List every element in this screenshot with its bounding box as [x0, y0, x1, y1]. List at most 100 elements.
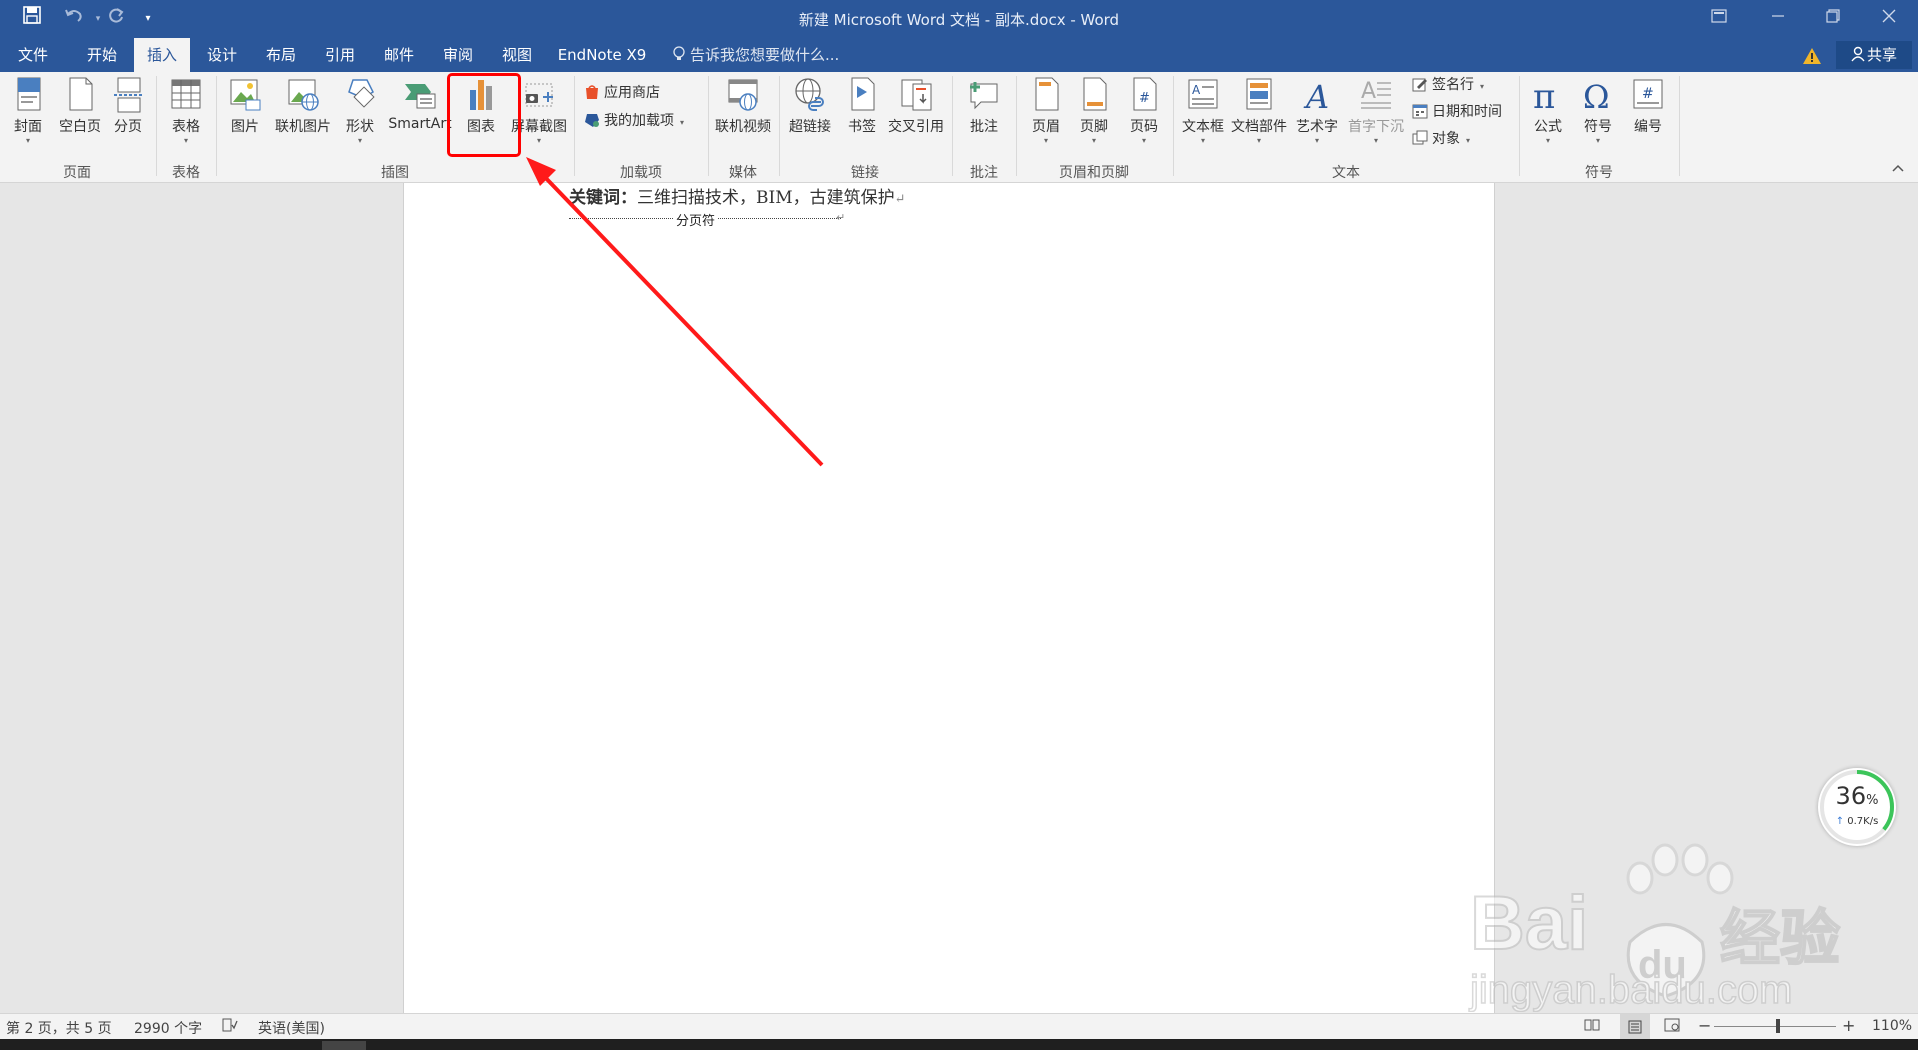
group-separator: [1679, 76, 1680, 176]
symbol-button[interactable]: Ω 符号 ▾: [1574, 76, 1622, 146]
collapse-ribbon-icon[interactable]: [1892, 162, 1904, 176]
signature-icon: [1412, 76, 1428, 92]
tell-me-box[interactable]: 告诉我您想要做什么...: [672, 38, 839, 72]
network-speed-widget[interactable]: 36% ↑ 0.7K/s: [1818, 768, 1896, 846]
group-tables-label: 表格: [172, 165, 200, 181]
number-button[interactable]: # 编号: [1624, 76, 1672, 136]
zoom-level[interactable]: 110%: [1872, 1018, 1912, 1034]
paragraph-mark: ↵: [894, 192, 906, 207]
restore-icon[interactable]: [1810, 0, 1856, 38]
print-layout-button[interactable]: [1620, 1014, 1650, 1040]
cover-page-button[interactable]: 封面 ▾: [6, 76, 50, 146]
store-label: 应用商店: [604, 85, 660, 101]
page-number-icon: #: [1127, 76, 1161, 114]
share-button[interactable]: 共享: [1836, 41, 1912, 69]
equation-button[interactable]: π 公式 ▾: [1524, 76, 1572, 146]
zoom-slider-track[interactable]: [1714, 1026, 1836, 1027]
group-separator: [156, 76, 157, 176]
object-label: 对象: [1432, 131, 1460, 147]
hyperlink-label: 超链接: [789, 119, 831, 135]
shapes-button[interactable]: 形状 ▾: [338, 76, 382, 146]
quick-parts-icon: [1242, 76, 1276, 114]
table-button[interactable]: 表格 ▾: [162, 76, 210, 146]
tab-review[interactable]: 审阅: [430, 38, 486, 72]
tab-design[interactable]: 设计: [194, 38, 250, 72]
page-break-button[interactable]: 分页: [106, 76, 150, 136]
page-number-button[interactable]: # 页码 ▾: [1122, 76, 1166, 146]
close-icon[interactable]: [1866, 0, 1912, 38]
footer-icon: [1077, 76, 1111, 114]
online-picture-button[interactable]: 联机图片: [270, 76, 336, 136]
group-separator: [1016, 76, 1017, 176]
svg-text:π: π: [1533, 77, 1555, 114]
comment-button[interactable]: 批注: [958, 76, 1010, 136]
tab-references[interactable]: 引用: [312, 38, 368, 72]
tab-mailings[interactable]: 邮件: [371, 38, 427, 72]
store-button[interactable]: 应用商店: [584, 82, 660, 104]
group-separator: [574, 76, 575, 176]
cross-reference-button[interactable]: 交叉引用: [884, 76, 948, 136]
equation-label: 公式: [1534, 119, 1562, 135]
watermark-url: jingyan.baidu.com: [1469, 967, 1793, 1013]
quick-parts-button[interactable]: 文档部件 ▾: [1230, 76, 1288, 146]
group-media-label: 媒体: [729, 165, 757, 181]
network-speed: ↑ 0.7K/s: [1835, 816, 1879, 827]
zoom-slider-thumb[interactable]: [1776, 1019, 1780, 1033]
comment-label: 批注: [970, 119, 998, 135]
group-text-label: 文本: [1332, 165, 1360, 181]
word-count[interactable]: 2990 个字: [134, 1018, 202, 1038]
online-video-button[interactable]: 联机视频: [712, 76, 774, 136]
minimize-icon[interactable]: [1755, 0, 1801, 38]
tab-view[interactable]: 视图: [489, 38, 545, 72]
tab-endnote[interactable]: EndNote X9: [552, 38, 652, 72]
tab-file[interactable]: 文件: [0, 38, 66, 72]
group-addins-label: 加载项: [620, 165, 662, 181]
date-time-button[interactable]: 日期和时间: [1412, 101, 1502, 123]
number-icon: #: [1631, 76, 1665, 114]
status-bar: 第 2 页，共 5 页 2990 个字 英语(美国) − + 110%: [0, 1013, 1918, 1040]
zoom-out-button[interactable]: −: [1698, 1016, 1711, 1035]
group-separator: [779, 76, 780, 176]
svg-text:Ω: Ω: [1583, 78, 1610, 114]
picture-button[interactable]: 图片: [222, 76, 268, 136]
warning-icon[interactable]: [1802, 47, 1822, 69]
taskbar-item[interactable]: [322, 1041, 366, 1050]
blank-page-label: 空白页: [59, 119, 101, 135]
pi-icon: π: [1531, 76, 1565, 117]
object-button[interactable]: 对象 ▾: [1412, 128, 1470, 150]
proofing-icon[interactable]: [222, 1018, 238, 1036]
hyperlink-icon: [793, 76, 827, 114]
tab-home[interactable]: 开始: [74, 38, 130, 72]
tab-insert[interactable]: 插入: [134, 38, 190, 72]
store-icon: [584, 84, 600, 100]
header-button[interactable]: 页眉 ▾: [1024, 76, 1068, 146]
tab-layout[interactable]: 布局: [253, 38, 309, 72]
my-addins-button[interactable]: 我的加载项 ▾: [584, 110, 684, 132]
group-separator: [216, 76, 217, 176]
drop-cap-button[interactable]: A 首字下沉 ▾: [1344, 76, 1408, 146]
textbox-icon: A: [1186, 76, 1220, 114]
addins-icon: [584, 112, 600, 128]
bookmark-button[interactable]: 书签: [840, 76, 884, 136]
web-layout-icon[interactable]: [1664, 1018, 1680, 1036]
blank-page-button[interactable]: 空白页: [52, 76, 108, 136]
picture-icon: [228, 76, 262, 114]
group-pages-label: 页面: [63, 165, 91, 181]
wordart-button[interactable]: A 艺术字 ▾: [1292, 76, 1342, 146]
page-count[interactable]: 第 2 页，共 5 页: [6, 1018, 112, 1038]
group-separator: [708, 76, 709, 176]
hyperlink-button[interactable]: 超链接: [784, 76, 836, 136]
footer-button[interactable]: 页脚 ▾: [1072, 76, 1116, 146]
ribbon-display-options-icon[interactable]: [1696, 0, 1742, 38]
zoom-in-button[interactable]: +: [1842, 1016, 1855, 1035]
footer-label: 页脚: [1080, 119, 1108, 135]
smartart-button[interactable]: SmartArt: [384, 76, 456, 132]
lightbulb-icon: [672, 40, 686, 74]
signature-line-button[interactable]: 签名行 ▾: [1412, 74, 1484, 96]
document-page[interactable]: 关键词：三维扫描技术，BIM，古建筑保护↵ 分页符 ↵: [403, 183, 1495, 1013]
object-icon: [1412, 130, 1428, 146]
language[interactable]: 英语(美国): [258, 1018, 325, 1038]
ribbon-tab-bar: 文件 开始 插入 设计 布局 引用 邮件 审阅 视图 EndNote X9 告诉…: [0, 38, 1918, 72]
textbox-button[interactable]: A 文本框 ▾: [1178, 76, 1228, 146]
read-mode-icon[interactable]: [1584, 1018, 1600, 1036]
